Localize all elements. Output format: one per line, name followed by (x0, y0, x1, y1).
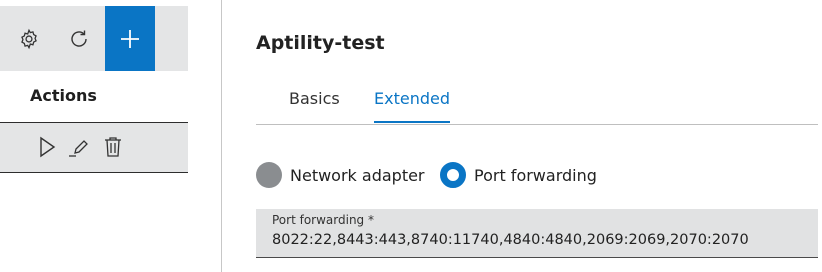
port-forwarding-label: Port forwarding * (272, 213, 374, 227)
left-panel: Actions (0, 0, 222, 272)
radio-port-forwarding[interactable]: Port forwarding (440, 161, 597, 189)
tab-bar: Basics Extended (256, 86, 818, 125)
gear-icon (21, 28, 37, 49)
toolbar (0, 6, 188, 71)
play-button[interactable] (35, 135, 59, 159)
edit-button[interactable] (67, 135, 91, 159)
tab-basics[interactable]: Basics (289, 89, 340, 123)
plus-icon (121, 29, 139, 48)
page-title: Aptility-test (256, 32, 385, 54)
app-root: Actions Aptility-test Basics Extended Ne… (0, 0, 822, 272)
port-forwarding-value[interactable]: 8022:22,8443:443,8740:11740,4840:4840,20… (272, 232, 749, 248)
radio-network-adapter[interactable]: Network adapter (256, 161, 425, 189)
radio-port-forwarding-label: Port forwarding (474, 165, 597, 185)
pencil-icon (69, 140, 88, 157)
radio-selected-icon (440, 162, 466, 188)
radio-network-adapter-label: Network adapter (290, 165, 425, 185)
add-button[interactable] (105, 6, 155, 71)
actions-heading: Actions (30, 86, 97, 105)
delete-button[interactable] (101, 135, 125, 159)
tab-extended[interactable]: Extended (374, 89, 450, 123)
settings-button[interactable] (4, 6, 54, 71)
trash-icon (105, 137, 121, 157)
radio-unselected-icon (256, 162, 282, 188)
port-forwarding-field[interactable]: Port forwarding * 8022:22,8443:443,8740:… (256, 209, 818, 258)
refresh-button[interactable] (54, 6, 104, 71)
refresh-icon (71, 30, 87, 47)
play-icon (40, 136, 56, 158)
actions-row (0, 122, 188, 173)
